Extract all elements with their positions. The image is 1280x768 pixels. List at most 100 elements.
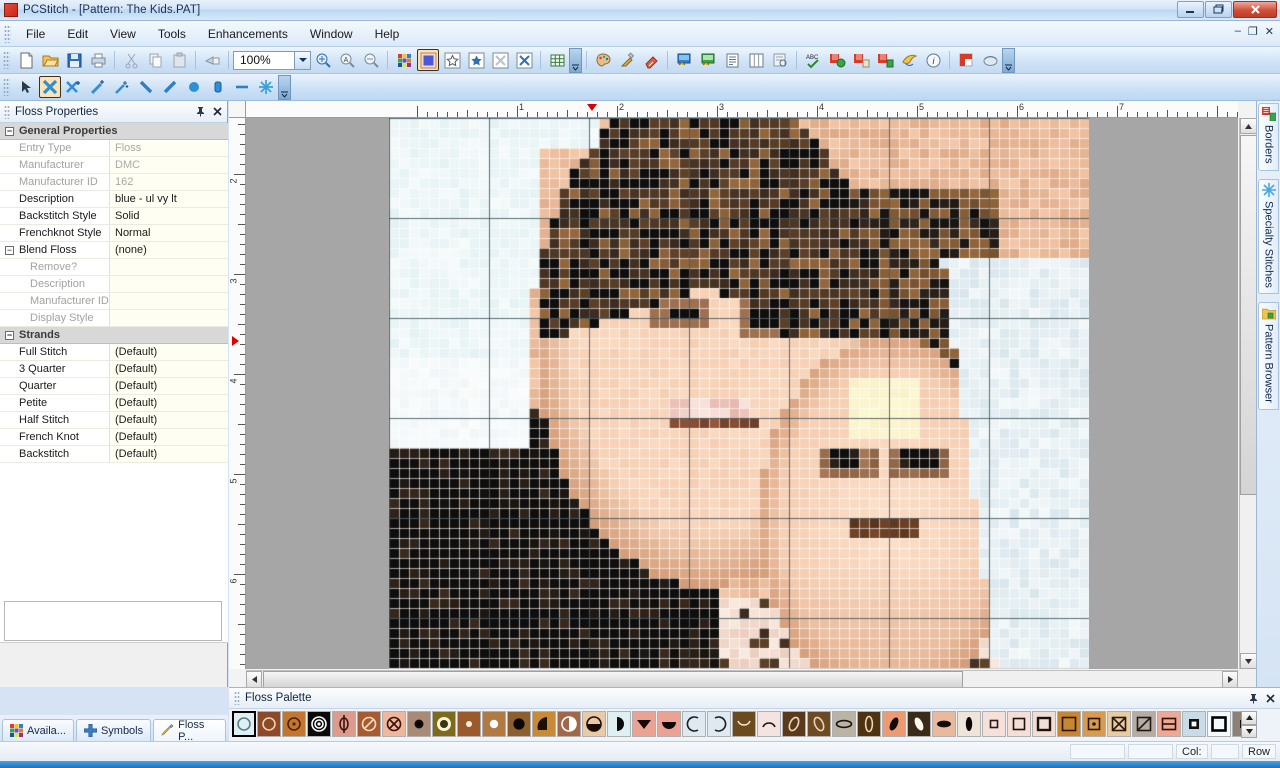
floss-swatch[interactable] [482,711,506,737]
symbol-color-view-button[interactable] [465,49,487,71]
palette-drag-grip[interactable] [234,691,240,705]
backslash-line-tool[interactable] [135,76,157,98]
floss-swatch[interactable] [1082,711,1106,737]
floss-swatch[interactable] [932,711,956,737]
extra-toolbar-overflow-button[interactable] [1002,47,1015,73]
tab-available-floss[interactable]: Availa... [2,719,74,741]
property-value[interactable]: Normal [110,225,228,241]
cut-button[interactable] [120,49,142,71]
floss-swatch[interactable] [632,711,656,737]
floss-swatch[interactable] [1207,711,1231,737]
stitch-view-button[interactable] [489,49,511,71]
property-row-frenchknot-style[interactable]: Frenchknot Style Normal [0,225,228,242]
floss-swatch[interactable] [1107,711,1131,737]
tools-toolbar-overflow-button[interactable] [278,74,291,100]
property-value[interactable]: blue - ul vy lt [110,191,228,207]
floss-swatch[interactable] [507,711,531,737]
spell-check-button[interactable]: ABC [802,49,824,71]
expander-icon[interactable]: − [5,126,14,136]
zoom-in-button[interactable] [312,49,334,71]
floss-swatch[interactable] [682,711,706,737]
mdi-minimize-button[interactable]: – [1235,25,1241,38]
stitch-pattern-grid[interactable] [389,118,1089,669]
floss-swatch[interactable] [257,711,281,737]
property-value[interactable] [110,310,228,326]
mdi-restore-button[interactable]: ❐ [1248,25,1258,38]
floss-swatch[interactable] [1007,711,1031,737]
floss-swatch[interactable] [807,711,831,737]
toolbar-drag-grip[interactable] [3,51,10,69]
floss-swatch[interactable] [782,711,806,737]
vertical-tab-pattern-browser[interactable]: Pattern Browser [1258,302,1279,411]
grid-toggle-button[interactable] [546,49,568,71]
floss-swatch[interactable] [757,711,781,737]
property-row-half-stitch[interactable]: Half Stitch (Default) [0,412,228,429]
property-row-description[interactable]: Description blue - ul vy lt [0,191,228,208]
save-button[interactable] [63,49,85,71]
menu-drag-grip[interactable] [4,24,11,43]
hoop-button[interactable] [979,49,1001,71]
scroll-left-button[interactable] [246,671,262,688]
floss-swatch[interactable] [382,711,406,737]
zoom-level-input[interactable]: 100% [233,50,295,70]
property-row-3-quarter[interactable]: 3 Quarter (Default) [0,361,228,378]
eraser-button[interactable] [640,49,662,71]
palette-scroll-down-button[interactable] [1241,724,1257,738]
eyedropper-button[interactable] [616,49,638,71]
expander-icon[interactable]: − [5,245,14,255]
menu-view[interactable]: View [99,24,147,44]
zoom-out-button[interactable] [360,49,382,71]
expander-icon[interactable]: − [5,330,14,340]
open-file-button[interactable] [39,49,61,71]
floss-swatch[interactable] [582,711,606,737]
canvas-horizontal-scrollbar[interactable] [246,670,1238,688]
floss-swatch[interactable] [857,711,881,737]
symbol-view-button[interactable] [441,49,463,71]
property-value[interactable]: (Default) [110,429,228,445]
zoom-fit-button[interactable]: A [336,49,358,71]
floss-palette-swatches[interactable] [232,711,1241,740]
menu-window[interactable]: Window [299,24,364,44]
property-row-backstitch-style[interactable]: Backstitch Style Solid [0,208,228,225]
property-value[interactable]: (Default) [110,446,228,462]
floss-swatch[interactable] [907,711,931,737]
menu-file[interactable]: File [15,24,56,44]
property-value[interactable]: (Default) [110,395,228,411]
tab-floss-properties[interactable]: Floss P... [153,719,226,743]
menu-tools[interactable]: Tools [147,24,197,44]
close-icon[interactable] [1263,691,1277,705]
property-row-backstitch[interactable]: Backstitch (Default) [0,446,228,463]
pushpin-icon[interactable] [193,105,207,119]
specialty-stitch-tool[interactable] [255,76,277,98]
pushpin-icon[interactable] [1246,691,1260,705]
backstitch-view-button[interactable] [513,49,535,71]
property-row-blend-remove[interactable]: Remove? [0,259,228,276]
magic-wand-tool[interactable] [87,76,109,98]
borders-button[interactable] [874,49,896,71]
color-reduce-button[interactable] [850,49,872,71]
menu-enhancements[interactable]: Enhancements [197,24,299,44]
property-value[interactable] [110,276,228,292]
scroll-right-button[interactable] [1222,671,1238,688]
property-value[interactable]: (Default) [110,412,228,428]
paste-button[interactable] [168,49,190,71]
menu-edit[interactable]: Edit [56,24,99,44]
panel-drag-grip[interactable] [4,104,10,119]
new-document-button[interactable] [15,49,37,71]
property-value[interactable]: (Default) [110,361,228,377]
floss-usage-button[interactable] [826,49,848,71]
palette-scroll-up-button[interactable] [1241,711,1257,725]
paste-special-button[interactable] [201,49,223,71]
floss-swatch[interactable] [1057,711,1081,737]
property-row-quarter[interactable]: Quarter (Default) [0,378,228,395]
floss-swatch[interactable] [357,711,381,737]
minimize-button[interactable] [1177,1,1204,18]
bead-tool[interactable] [207,76,229,98]
floss-swatch[interactable] [982,711,1006,737]
pattern-viewport[interactable] [246,118,1238,669]
property-row-entry-type[interactable]: Entry Type Floss [0,140,228,157]
property-row-blend-floss[interactable]: − Blend Floss (none) [0,242,228,259]
vertical-ruler[interactable]: 2 3 4 5 6 [229,118,246,669]
vertical-tab-specialty-stitches[interactable]: Specialty Stitches [1258,178,1279,295]
vertical-scroll-thumb[interactable] [1240,135,1257,495]
